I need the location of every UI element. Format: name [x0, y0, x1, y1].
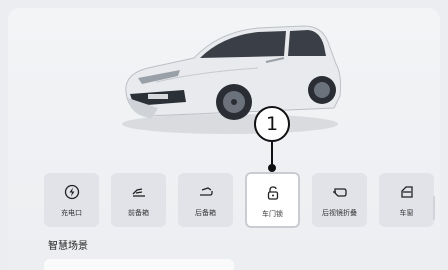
car-window-label: 车窗 — [399, 209, 414, 217]
charging-port-label: 充电口 — [61, 209, 82, 217]
callout-number: 1 — [265, 113, 279, 135]
callout-line — [271, 142, 273, 166]
rear-trunk-button[interactable]: 后备箱 — [178, 173, 233, 227]
front-trunk-label: 前备箱 — [128, 209, 149, 217]
front-trunk-button[interactable]: 前备箱 — [111, 173, 166, 227]
smart-scene-card[interactable] — [44, 259, 234, 270]
door-lock-button[interactable]: 车门锁 — [245, 172, 300, 228]
callout-number-badge: 1 — [254, 106, 290, 142]
car-window-icon — [400, 186, 413, 198]
mirror-fold-button[interactable]: 后视镜折叠 — [312, 173, 367, 227]
rear-trunk-label: 后备箱 — [195, 209, 216, 217]
scroll-indicator[interactable] — [433, 196, 435, 220]
door-lock-icon — [267, 186, 278, 200]
callout-dot — [268, 164, 276, 172]
mirror-fold-icon — [332, 188, 347, 197]
charging-port-button[interactable]: 充电口 — [44, 173, 99, 227]
rear-trunk-icon — [199, 187, 213, 196]
car-image — [122, 25, 341, 134]
quick-controls: 充电口 前备箱 后备箱 车门锁 后视镜折叠 车窗 — [44, 172, 434, 229]
car-window-button[interactable]: 车窗 — [379, 173, 434, 227]
smart-scene-title: 智慧场景 — [48, 241, 88, 252]
charging-port-icon — [64, 184, 79, 200]
door-lock-label: 车门锁 — [262, 210, 283, 218]
mirror-fold-label: 后视镜折叠 — [322, 209, 357, 217]
front-trunk-icon — [132, 188, 145, 197]
